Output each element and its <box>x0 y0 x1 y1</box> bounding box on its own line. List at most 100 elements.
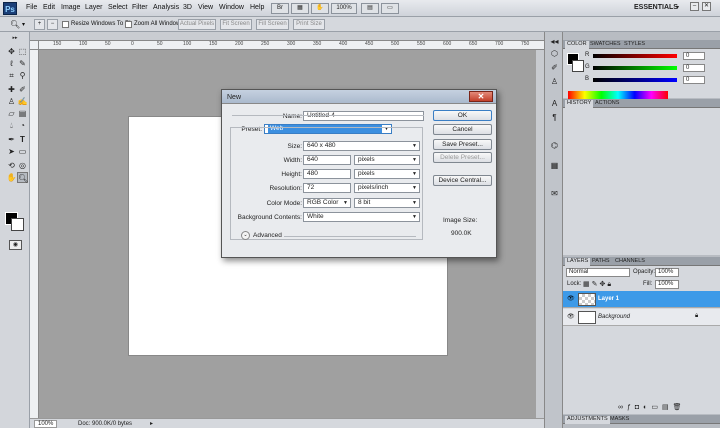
fill-field[interactable]: 100% <box>655 280 679 289</box>
notes-icon[interactable]: ✉ <box>549 188 560 199</box>
minibridge-button[interactable]: ▦ <box>291 3 309 14</box>
menu-edit[interactable]: Edit <box>43 4 55 11</box>
resolution-unit-select[interactable]: pixels/inch ▼ <box>354 183 420 193</box>
tab-paths[interactable]: PATHS <box>590 258 612 264</box>
menu-image[interactable]: Image <box>61 4 80 11</box>
red-value[interactable]: 0 <box>683 52 705 60</box>
fit-screen-button[interactable]: Fit Screen <box>220 19 252 30</box>
marquee-tool-icon[interactable]: ⬚ <box>17 46 28 57</box>
zoom-tool-icon[interactable]: 🔍︎ <box>17 172 28 183</box>
background-color-swatch[interactable] <box>11 218 24 231</box>
quick-select-tool-icon[interactable]: ✎ <box>17 58 28 69</box>
bridge-button[interactable]: Br <box>271 3 289 14</box>
zoom-in-icon[interactable]: + <box>34 19 45 30</box>
save-preset-button[interactable]: Save Preset... <box>433 139 492 150</box>
zoom-out-icon[interactable]: − <box>47 19 58 30</box>
menu-filter[interactable]: Filter <box>132 4 148 11</box>
screen-mode-icon[interactable]: ▭ <box>381 3 399 14</box>
paragraph-panel-icon[interactable]: ¶ <box>549 112 560 123</box>
shape-tool-icon[interactable]: ▭ <box>17 146 28 157</box>
red-slider[interactable] <box>593 54 677 58</box>
visibility-eye-icon[interactable]: 👁︎ <box>567 314 575 320</box>
tab-layers[interactable]: LAYERS <box>565 258 591 266</box>
brush-panel-icon[interactable]: ✐ <box>549 62 560 73</box>
workspace-switcher[interactable]: ESSENTIALS <box>634 4 678 11</box>
move-tool-icon[interactable]: ✥ <box>6 46 17 57</box>
gradient-tool-icon[interactable]: ▤ <box>17 108 28 119</box>
advanced-label[interactable]: Advanced <box>253 232 282 239</box>
dialog-close-icon[interactable]: ✕ <box>469 91 493 102</box>
zoom-all-checkbox[interactable] <box>125 21 132 28</box>
layer-row[interactable]: 👁︎ Layer 1 <box>563 291 720 308</box>
character-panel-icon[interactable]: A <box>549 98 560 109</box>
eyedropper-tool-icon[interactable]: ⚲ <box>17 70 28 81</box>
type-tool-icon[interactable]: T <box>17 134 28 145</box>
menu-3d[interactable]: 3D <box>183 4 192 11</box>
width-unit-select[interactable]: pixels ▼ <box>354 155 420 165</box>
eraser-tool-icon[interactable]: ▱ <box>6 108 17 119</box>
bit-depth-select[interactable]: 8 bit ▼ <box>354 198 420 208</box>
device-central-button[interactable]: Device Central... <box>433 175 492 186</box>
hand-tool-icon[interactable]: ✋ <box>6 172 17 183</box>
lasso-tool-icon[interactable]: ℓ <box>6 58 17 69</box>
green-slider[interactable] <box>593 66 677 70</box>
vertical-scrollbar[interactable] <box>536 50 544 418</box>
dock-grip-icon[interactable]: ◂◂ <box>549 36 560 47</box>
dodge-tool-icon[interactable]: ◔ <box>17 120 28 131</box>
width-field[interactable]: 640 <box>303 155 351 165</box>
blur-tool-icon[interactable]: 💧︎ <box>6 120 17 131</box>
quick-mask-icon[interactable]: ◉ <box>9 240 22 250</box>
crop-tool-icon[interactable]: ⌗ <box>6 70 17 81</box>
blue-slider[interactable] <box>593 78 677 82</box>
clone-stamp-icon[interactable]: ♙ <box>6 96 17 107</box>
3d-panel-icon[interactable]: ⬡ <box>549 48 560 59</box>
cancel-button[interactable]: Cancel <box>433 124 492 135</box>
menu-window[interactable]: Window <box>219 4 244 11</box>
tool-presets-icon[interactable]: ⌬ <box>549 140 560 151</box>
3d-orbit-icon[interactable]: ◎ <box>17 160 28 171</box>
tab-history[interactable]: HISTORY <box>565 100 594 108</box>
3d-rotate-icon[interactable]: ⟲ <box>6 160 17 171</box>
tab-styles[interactable]: STYLES <box>622 41 647 47</box>
history-brush-icon[interactable]: ✍ <box>17 96 28 107</box>
minimize-icon[interactable]: – <box>690 2 699 11</box>
visibility-eye-icon[interactable]: 👁︎ <box>567 296 575 302</box>
menu-view[interactable]: View <box>198 4 213 11</box>
clone-source-icon[interactable]: ♙ <box>549 76 560 87</box>
menu-analysis[interactable]: Analysis <box>153 4 179 11</box>
opacity-field[interactable]: 100% <box>655 268 679 277</box>
close-window-icon[interactable]: ✕ <box>702 2 711 11</box>
resolution-field[interactable]: 72 <box>303 183 351 193</box>
color-mode-select[interactable]: RGB Color ▼ <box>303 198 351 208</box>
path-select-icon[interactable]: ➤ <box>6 146 17 157</box>
healing-brush-icon[interactable]: ✚ <box>6 84 17 95</box>
zoom-level-button[interactable]: 100% <box>331 3 357 14</box>
tab-color[interactable]: COLOR <box>565 41 589 49</box>
arrange-documents-icon[interactable]: ▤ <box>361 3 379 14</box>
delete-preset-button[interactable]: Delete Preset... <box>433 152 492 163</box>
pen-tool-icon[interactable]: ✒ <box>6 134 17 145</box>
fill-screen-button[interactable]: Fill Screen <box>256 19 289 30</box>
tab-adjustments[interactable]: ADJUSTMENTS <box>565 416 610 424</box>
height-field[interactable]: 480 <box>303 169 351 179</box>
tab-actions[interactable]: ACTIONS <box>593 100 621 106</box>
blue-value[interactable]: 0 <box>683 76 705 84</box>
print-size-button[interactable]: Print Size <box>293 19 325 30</box>
menu-file[interactable]: File <box>26 4 37 11</box>
resize-windows-checkbox[interactable] <box>62 21 69 28</box>
height-unit-select[interactable]: pixels ▼ <box>354 169 420 179</box>
toolbox-grip-icon[interactable]: ▸▸ <box>3 36 27 41</box>
tab-masks[interactable]: MASKS <box>608 416 631 422</box>
mini-bridge-icon[interactable]: ▦ <box>549 160 560 171</box>
menu-select[interactable]: Select <box>108 4 127 11</box>
actual-pixels-button[interactable]: Actual Pixels <box>178 19 216 30</box>
hand-tool-icon[interactable]: ✋ <box>311 3 329 14</box>
green-value[interactable]: 0 <box>683 64 705 72</box>
layer-actions-icons[interactable]: ∞ƒ◘◐▭▤🗑︎ <box>618 403 685 411</box>
status-menu-arrow-icon[interactable]: ▸ <box>150 420 153 427</box>
tab-channels[interactable]: CHANNELS <box>613 258 647 264</box>
menu-layer[interactable]: Layer <box>85 4 103 11</box>
workspace-arrow-icon[interactable]: ▾ <box>676 4 679 11</box>
layer-row[interactable]: 👁︎ Background 🔒︎ <box>563 309 720 326</box>
size-select[interactable]: 640 x 480 ▼ <box>303 141 420 151</box>
